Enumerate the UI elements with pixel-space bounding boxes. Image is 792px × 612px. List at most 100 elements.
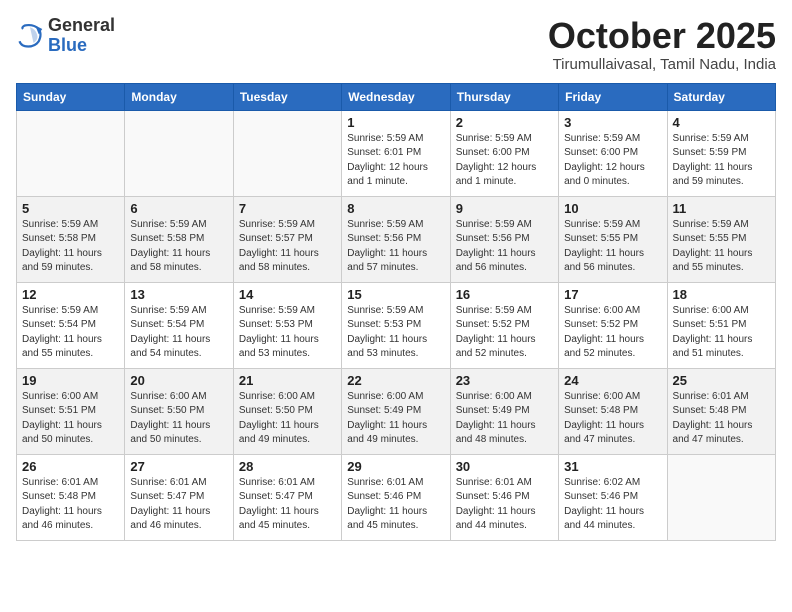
calendar-cell: 24 Sunrise: 6:00 AMSunset: 5:48 PMDayligh… — [559, 368, 667, 454]
day-detail: Sunrise: 5:59 AMSunset: 5:54 PMDaylight:… — [130, 304, 227, 362]
day-detail: Sunrise: 6:01 AMSunset: 5:48 PMDaylight:… — [673, 390, 770, 448]
day-number: 25 — [673, 373, 770, 388]
calendar-cell — [17, 110, 125, 196]
calendar-cell: 27 Sunrise: 6:01 AMSunset: 5:47 PMDayligh… — [125, 454, 233, 540]
day-number: 27 — [130, 459, 227, 474]
day-number: 23 — [456, 373, 553, 388]
weekday-header-monday: Monday — [125, 83, 233, 110]
calendar-cell: 21Sunrise: 6:00 AMSunset: 5:50 PMDayligh… — [233, 368, 341, 454]
calendar-cell: 5 Sunrise: 5:59 AMSunset: 5:58 PMDaylight… — [17, 196, 125, 282]
day-detail: Sunrise: 6:00 AMSunset: 5:48 PMDaylight:… — [564, 390, 661, 448]
calendar-cell: 20 Sunrise: 6:00 AMSunset: 5:50 PMDayligh… — [125, 368, 233, 454]
calendar-cell: 4Sunrise: 5:59 AMSunset: 5:59 PMDaylight… — [667, 110, 775, 196]
day-number: 28 — [239, 459, 336, 474]
day-detail: Sunrise: 5:59 AMSunset: 6:01 PMDaylight:… — [347, 132, 444, 190]
day-number: 15 — [347, 287, 444, 302]
day-number: 17 — [564, 287, 661, 302]
day-detail: Sunrise: 5:59 AMSunset: 5:57 PMDaylight:… — [239, 218, 336, 276]
day-detail: Sunrise: 6:01 AMSunset: 5:47 PMDaylight:… — [130, 476, 227, 534]
calendar-cell: 28 Sunrise: 6:01 AMSunset: 5:47 PMDayligh… — [233, 454, 341, 540]
calendar-cell: 23 Sunrise: 6:00 AMSunset: 5:49 PMDayligh… — [450, 368, 558, 454]
weekday-header-wednesday: Wednesday — [342, 83, 450, 110]
day-number: 6 — [130, 201, 227, 216]
day-detail: Sunrise: 5:59 AMSunset: 5:56 PMDaylight:… — [347, 218, 444, 276]
calendar-week-row: 5 Sunrise: 5:59 AMSunset: 5:58 PMDaylight… — [17, 196, 776, 282]
day-number: 2 — [456, 115, 553, 130]
day-number: 19 — [22, 373, 119, 388]
day-detail: Sunrise: 6:00 AMSunset: 5:49 PMDaylight:… — [456, 390, 553, 448]
calendar-week-row: 12 Sunrise: 5:59 AMSunset: 5:54 PMDayligh… — [17, 282, 776, 368]
day-detail: Sunrise: 5:59 AMSunset: 5:56 PMDaylight:… — [456, 218, 553, 276]
day-detail: Sunrise: 6:00 AMSunset: 5:51 PMDaylight:… — [22, 390, 119, 448]
day-number: 21 — [239, 373, 336, 388]
day-number: 13 — [130, 287, 227, 302]
page-header: General Blue October 2025 Tirumullaivasa… — [16, 16, 776, 73]
weekday-header-thursday: Thursday — [450, 83, 558, 110]
day-number: 1 — [347, 115, 444, 130]
day-detail: Sunrise: 6:00 AMSunset: 5:50 PMDaylight:… — [130, 390, 227, 448]
weekday-header-friday: Friday — [559, 83, 667, 110]
weekday-header-saturday: Saturday — [667, 83, 775, 110]
calendar-table: SundayMondayTuesdayWednesdayThursdayFrid… — [16, 83, 776, 541]
day-number: 31 — [564, 459, 661, 474]
day-detail: Sunrise: 5:59 AMSunset: 5:55 PMDaylight:… — [673, 218, 770, 276]
day-number: 12 — [22, 287, 119, 302]
calendar-cell: 3 Sunrise: 5:59 AMSunset: 6:00 PMDaylight… — [559, 110, 667, 196]
day-detail: Sunrise: 6:00 AMSunset: 5:49 PMDaylight:… — [347, 390, 444, 448]
day-number: 24 — [564, 373, 661, 388]
day-number: 9 — [456, 201, 553, 216]
day-detail: Sunrise: 5:59 AMSunset: 6:00 PMDaylight:… — [564, 132, 661, 190]
calendar-cell: 31 Sunrise: 6:02 AMSunset: 5:46 PMDayligh… — [559, 454, 667, 540]
day-number: 16 — [456, 287, 553, 302]
logo-general-text: General — [48, 16, 115, 36]
day-detail: Sunrise: 6:01 AMSunset: 5:46 PMDaylight:… — [347, 476, 444, 534]
day-number: 22 — [347, 373, 444, 388]
day-detail: Sunrise: 5:59 AMSunset: 5:53 PMDaylight:… — [347, 304, 444, 362]
title-block: October 2025 Tirumullaivasal, Tamil Nadu… — [548, 16, 776, 73]
calendar-cell: 14 Sunrise: 5:59 AMSunset: 5:53 PMDayligh… — [233, 282, 341, 368]
logo: General Blue — [16, 16, 115, 56]
calendar-cell: 25 Sunrise: 6:01 AMSunset: 5:48 PMDayligh… — [667, 368, 775, 454]
logo-blue-text: Blue — [48, 36, 115, 56]
day-number: 26 — [22, 459, 119, 474]
day-detail: Sunrise: 5:59 AMSunset: 5:59 PMDaylight:… — [673, 132, 770, 190]
calendar-week-row: 19 Sunrise: 6:00 AMSunset: 5:51 PMDayligh… — [17, 368, 776, 454]
day-number: 20 — [130, 373, 227, 388]
day-number: 10 — [564, 201, 661, 216]
calendar-cell: 22 Sunrise: 6:00 AMSunset: 5:49 PMDayligh… — [342, 368, 450, 454]
calendar-cell: 17 Sunrise: 6:00 AMSunset: 5:52 PMDayligh… — [559, 282, 667, 368]
calendar-cell: 12 Sunrise: 5:59 AMSunset: 5:54 PMDayligh… — [17, 282, 125, 368]
day-detail: Sunrise: 6:01 AMSunset: 5:47 PMDaylight:… — [239, 476, 336, 534]
calendar-cell: 19 Sunrise: 6:00 AMSunset: 5:51 PMDayligh… — [17, 368, 125, 454]
calendar-week-row: 26 Sunrise: 6:01 AMSunset: 5:48 PMDayligh… — [17, 454, 776, 540]
calendar-cell: 18Sunrise: 6:00 AMSunset: 5:51 PMDayligh… — [667, 282, 775, 368]
day-number: 29 — [347, 459, 444, 474]
day-detail: Sunrise: 5:59 AMSunset: 5:53 PMDaylight:… — [239, 304, 336, 362]
day-detail: Sunrise: 5:59 AMSunset: 5:58 PMDaylight:… — [22, 218, 119, 276]
day-detail: Sunrise: 5:59 AMSunset: 5:54 PMDaylight:… — [22, 304, 119, 362]
calendar-cell: 26 Sunrise: 6:01 AMSunset: 5:48 PMDayligh… — [17, 454, 125, 540]
day-number: 3 — [564, 115, 661, 130]
day-detail: Sunrise: 5:59 AMSunset: 5:52 PMDaylight:… — [456, 304, 553, 362]
location-subtitle: Tirumullaivasal, Tamil Nadu, India — [548, 56, 776, 73]
calendar-week-row: 1 Sunrise: 5:59 AMSunset: 6:01 PMDaylight… — [17, 110, 776, 196]
calendar-cell: 9 Sunrise: 5:59 AMSunset: 5:56 PMDaylight… — [450, 196, 558, 282]
month-title: October 2025 — [548, 16, 776, 56]
day-number: 8 — [347, 201, 444, 216]
day-detail: Sunrise: 5:59 AMSunset: 5:55 PMDaylight:… — [564, 218, 661, 276]
day-detail: Sunrise: 6:01 AMSunset: 5:46 PMDaylight:… — [456, 476, 553, 534]
day-number: 5 — [22, 201, 119, 216]
day-number: 11 — [673, 201, 770, 216]
calendar-cell: 7Sunrise: 5:59 AMSunset: 5:57 PMDaylight… — [233, 196, 341, 282]
calendar-cell: 16 Sunrise: 5:59 AMSunset: 5:52 PMDayligh… — [450, 282, 558, 368]
day-detail: Sunrise: 5:59 AMSunset: 5:58 PMDaylight:… — [130, 218, 227, 276]
weekday-header-tuesday: Tuesday — [233, 83, 341, 110]
day-number: 14 — [239, 287, 336, 302]
day-detail: Sunrise: 6:01 AMSunset: 5:48 PMDaylight:… — [22, 476, 119, 534]
day-detail: Sunrise: 6:02 AMSunset: 5:46 PMDaylight:… — [564, 476, 661, 534]
day-detail: Sunrise: 5:59 AMSunset: 6:00 PMDaylight:… — [456, 132, 553, 190]
calendar-cell: 30Sunrise: 6:01 AMSunset: 5:46 PMDayligh… — [450, 454, 558, 540]
calendar-cell: 13 Sunrise: 5:59 AMSunset: 5:54 PMDayligh… — [125, 282, 233, 368]
weekday-header-sunday: Sunday — [17, 83, 125, 110]
day-detail: Sunrise: 6:00 AMSunset: 5:52 PMDaylight:… — [564, 304, 661, 362]
